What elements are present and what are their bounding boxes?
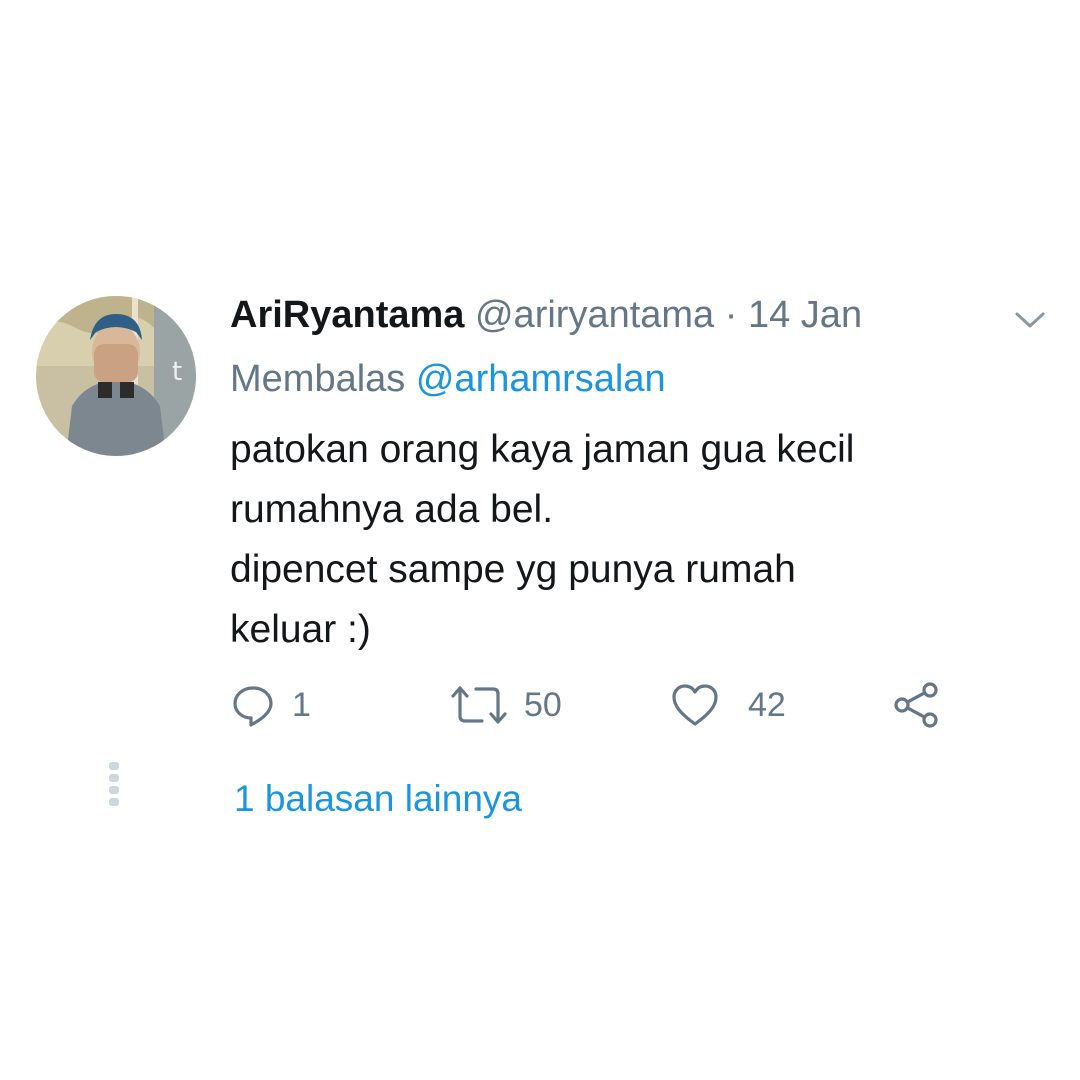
retweet-count: 50: [524, 685, 562, 724]
thread-connector-dots: [109, 762, 121, 806]
tweet-actions: 1 50 42: [230, 680, 950, 730]
show-more-replies-link[interactable]: 1 balasan lainnya: [234, 776, 522, 822]
tweet-date[interactable]: 14 Jan: [748, 294, 862, 336]
retweet-icon: [450, 682, 508, 728]
tweet-text-line: dipencet sampe yg punya rumah: [230, 548, 796, 591]
like-count: 42: [748, 685, 786, 724]
retweet-button[interactable]: 50: [450, 680, 562, 730]
tweet-text-line: keluar :): [230, 608, 371, 651]
heart-icon: [670, 682, 720, 728]
tweet-text: patokan orang kaya jaman gua kecil rumah…: [230, 420, 1030, 660]
reply-button[interactable]: 1: [230, 680, 311, 730]
reply-prefix: Membalas: [230, 358, 406, 400]
more-options-chevron-icon[interactable]: [1012, 306, 1048, 334]
share-button[interactable]: [892, 680, 942, 730]
reply-icon: [230, 682, 276, 728]
tweet-text-line: rumahnya ada bel.: [230, 488, 554, 531]
avatar[interactable]: t: [36, 296, 196, 456]
separator-dot: ·: [724, 294, 738, 336]
tweet-header: AriRyantama @ariryantama · 14 Jan: [230, 292, 862, 338]
share-icon: [892, 680, 942, 730]
reply-context: Membalas @arhamrsalan: [230, 356, 666, 402]
tweet: t AriRyantama @ariryantama · 14 Jan Memb…: [0, 0, 1080, 1080]
like-button[interactable]: 42: [670, 680, 786, 730]
display-name[interactable]: AriRyantama: [230, 294, 464, 336]
svg-text:t: t: [172, 357, 182, 387]
tweet-text-line: patokan orang kaya jaman gua kecil: [230, 428, 855, 471]
user-handle[interactable]: @ariryantama: [475, 294, 714, 336]
reply-mention-link[interactable]: @arhamrsalan: [416, 358, 666, 400]
reply-count: 1: [292, 685, 311, 724]
avatar-photo: t: [36, 296, 196, 456]
